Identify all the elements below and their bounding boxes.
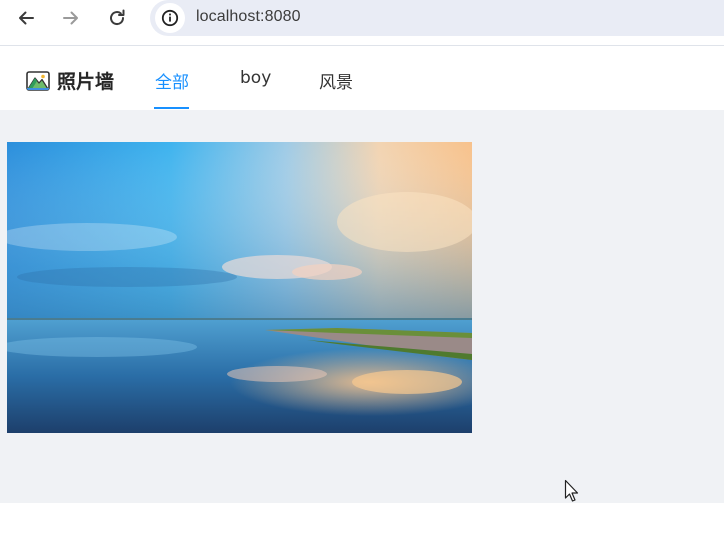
- address-bar[interactable]: localhost:8080: [150, 0, 724, 36]
- photo-card[interactable]: [7, 142, 472, 433]
- browser-toolbar: localhost:8080: [0, 0, 724, 46]
- tab-boy[interactable]: boy: [240, 68, 271, 88]
- mouse-cursor-icon: [564, 479, 579, 502]
- arrow-right-icon: [63, 11, 78, 25]
- tab-all[interactable]: 全部: [155, 68, 189, 93]
- reload-button[interactable]: [102, 5, 132, 31]
- arrow-left-icon: [19, 11, 34, 25]
- app-header: 照片墙 全部 boy 风景: [0, 47, 724, 110]
- tab-scenery[interactable]: 风景: [319, 68, 353, 93]
- photo-gallery: [0, 110, 724, 503]
- site-info-button[interactable]: [155, 3, 185, 33]
- back-button[interactable]: [11, 5, 41, 31]
- url-text[interactable]: localhost:8080: [196, 8, 301, 26]
- info-icon: [161, 9, 179, 27]
- forward-button[interactable]: [56, 5, 86, 31]
- mountain-photo-icon: [26, 71, 50, 91]
- reload-icon: [110, 9, 125, 26]
- brand-title: 照片墙: [57, 71, 115, 93]
- active-tab-indicator: [154, 107, 189, 109]
